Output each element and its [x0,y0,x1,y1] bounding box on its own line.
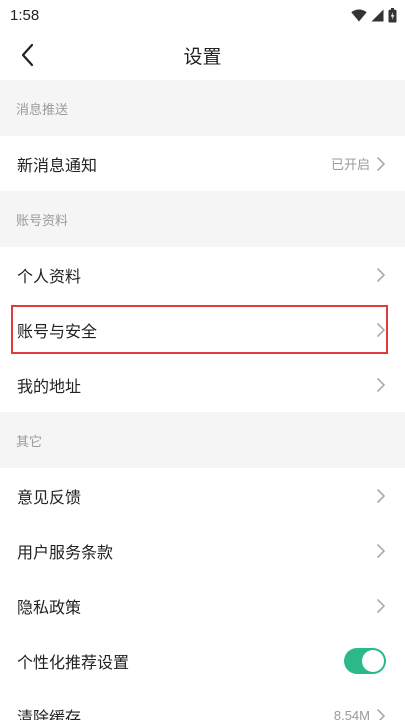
row-label: 清除缓存 [17,709,82,720]
section-header-notifications: 消息推送 [0,80,405,136]
status-icons [351,7,397,23]
page-title: 设置 [183,46,222,68]
section-header-other: 其它 [0,412,405,468]
status-time: 1:58 [10,6,40,24]
row-label: 隐私政策 [17,599,82,617]
feedback-row[interactable]: 意见反馈 [0,468,405,523]
battery-icon [388,7,397,22]
row-label: 账号与安全 [17,323,98,341]
navigation-bar: 设置 [0,30,405,80]
profile-row[interactable]: 个人资料 [0,247,405,302]
status-bar: 1:58 [0,0,405,30]
personalized-recommendation-row: 个性化推荐设置 [0,633,405,688]
chevron-right-icon [377,267,385,282]
section-title: 消息推送 [16,101,69,117]
clear-cache-row[interactable]: 清除缓存 8.54M [0,688,405,720]
chevron-right-icon [377,322,385,337]
row-label: 意见反馈 [17,489,82,507]
privacy-policy-row[interactable]: 隐私政策 [0,578,405,633]
toggle-knob [362,649,384,672]
row-label: 用户服务条款 [17,544,114,562]
new-message-notification-row[interactable]: 新消息通知 已开启 [0,136,405,191]
address-row[interactable]: 我的地址 [0,357,405,412]
section-title: 账号资料 [16,212,69,228]
chevron-right-icon [377,598,385,613]
chevron-right-icon [377,708,385,720]
row-label: 我的地址 [17,378,82,396]
chevron-right-icon [377,156,385,171]
cache-size-value: 8.54M [333,708,370,720]
section-title: 其它 [16,433,43,449]
row-label: 新消息通知 [17,157,98,175]
back-arrow-icon [21,43,34,67]
row-label: 个人资料 [17,268,82,286]
chevron-right-icon [377,377,385,392]
terms-of-service-row[interactable]: 用户服务条款 [0,523,405,578]
section-header-account: 账号资料 [0,191,405,247]
chevron-right-icon [377,488,385,503]
chevron-right-icon [377,543,385,558]
wifi-icon [351,9,367,21]
row-label: 个性化推荐设置 [17,654,130,672]
notification-status-value: 已开启 [330,157,370,172]
cellular-signal-icon [371,9,384,21]
back-button[interactable] [10,30,44,80]
account-security-row[interactable]: 账号与安全 [0,302,405,357]
personalized-recommendation-toggle[interactable] [344,647,386,674]
